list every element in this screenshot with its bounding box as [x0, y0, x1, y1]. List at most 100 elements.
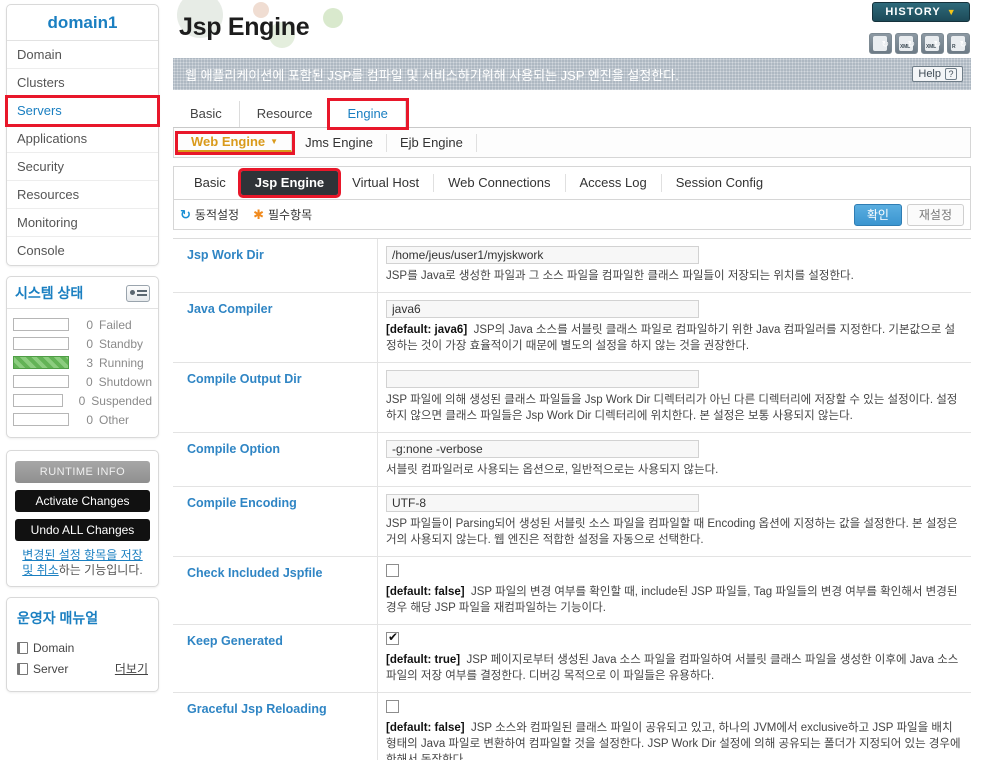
manual-item-domain[interactable]: Domain	[17, 637, 148, 658]
page-title: Jsp Engine	[179, 13, 310, 41]
manual-item-server[interactable]: Server 더보기	[17, 658, 148, 679]
field-body: JSP 파일들이 Parsing되어 생성된 서블릿 소스 파일을 컴파일할 때…	[378, 487, 971, 556]
deco-circle-green	[323, 8, 343, 28]
checkbox-graceful-jsp-reloading[interactable]	[386, 700, 399, 713]
tab-label: Web Engine	[191, 133, 266, 149]
sidebar-item-security[interactable]: Security	[7, 153, 158, 181]
activate-changes-button[interactable]: Activate Changes	[15, 490, 150, 512]
help-button[interactable]: Help ?	[912, 66, 963, 82]
field-label: Java Compiler	[173, 293, 378, 362]
tab-session-config[interactable]: Session Config	[662, 174, 777, 192]
description-banner: 웹 애플리케이션에 포함된 JSP를 컴파일 및 서비스하기위해 사용되는 JS…	[173, 58, 971, 90]
form-row: Keep Generated[default: true] JSP 페이지로부터…	[173, 625, 971, 693]
glyph-arrow-icon: ↻	[907, 39, 915, 49]
field-label: Keep Generated	[173, 625, 378, 692]
status-bar	[13, 375, 69, 388]
reset-button[interactable]: 재설정	[906, 203, 964, 226]
tab-ejb-engine[interactable]: Ejb Engine	[387, 133, 477, 152]
field-label: Compile Option	[173, 433, 378, 486]
system-status-rows: 0 Failed 0 Standby 3 Running 0 Shutdown 0 Suspend…	[7, 309, 158, 437]
tab-bar-level1: Basic Resource Engine	[173, 96, 971, 130]
checkbox-check-included-jspfile[interactable]	[386, 564, 399, 577]
field-body: [default: true] JSP 페이지로부터 생성된 Java 소스 파…	[378, 625, 971, 692]
undo-all-changes-button[interactable]: Undo ALL Changes	[15, 519, 150, 541]
tab-access-log[interactable]: Access Log	[566, 174, 662, 192]
status-label: Suspended	[91, 393, 152, 408]
manual-more-link[interactable]: 더보기	[115, 660, 148, 677]
form-row: Graceful Jsp Reloading [default: false] J…	[173, 693, 971, 760]
status-label: Standby	[99, 336, 144, 351]
sidebar-item-console[interactable]: Console	[7, 237, 158, 265]
field-description: [default: false] JSP 소스와 컴파일된 클래스 파일이 공유…	[386, 720, 961, 760]
field-description-text: JSP 파일들이 Parsing되어 생성된 서블릿 소스 파일을 컴파일할 때…	[386, 518, 958, 546]
domain-title: domain1	[7, 5, 158, 41]
status-bar	[13, 318, 69, 331]
status-label: Failed	[99, 317, 132, 332]
tab-jms-engine[interactable]: Jms Engine	[292, 133, 387, 152]
form-row: Java Compiler[default: java6] JSP의 Java …	[173, 293, 971, 363]
xml-download-icon[interactable]: XML ↻	[921, 33, 944, 54]
sidebar-item-label: Applications	[17, 131, 88, 146]
help-label: Help	[918, 68, 941, 80]
tab-engine[interactable]: Engine	[327, 98, 409, 130]
tab-label: Basic	[194, 175, 226, 190]
description-text: 웹 애플리케이션에 포함된 JSP를 컴파일 및 서비스하기위해 사용되는 JS…	[185, 67, 679, 83]
tab-jsp-engine[interactable]: Jsp Engine	[237, 168, 342, 198]
tab-web-connections[interactable]: Web Connections	[434, 174, 566, 192]
manual-title: 운영자 매뉴얼	[17, 610, 99, 626]
sidebar-item-domain[interactable]: Domain	[7, 41, 158, 69]
runtime-info-button[interactable]: RUNTIME INFO	[15, 461, 150, 483]
status-row-other: 0 Other	[13, 410, 152, 429]
glyph-arrow-icon: ↻	[881, 39, 889, 49]
tab-resource[interactable]: Resource	[240, 101, 331, 127]
xml-upload-icon[interactable]: XML ↻	[895, 33, 918, 54]
sidebar-item-label: Monitoring	[17, 215, 78, 230]
sidebar-item-clusters[interactable]: Clusters	[7, 69, 158, 97]
field-description: [default: false] JSP 파일의 변경 여부를 확인할 때, i…	[386, 584, 961, 616]
sidebar-item-label: Resources	[17, 187, 80, 202]
field-description: JSP 파일들이 Parsing되어 생성된 서블릿 소스 파일을 컴파일할 때…	[386, 516, 961, 548]
asterisk-icon: ✱	[253, 206, 264, 222]
sidebar: domain1 Domain Clusters Servers Application…	[0, 0, 165, 760]
sidebar-item-label: Domain	[17, 47, 62, 62]
reload-icon[interactable]: ↻	[869, 33, 892, 54]
field-label: Jsp Work Dir	[173, 239, 378, 292]
tab-label: Ejb Engine	[400, 134, 463, 150]
tab-basic[interactable]: Basic	[180, 174, 241, 192]
status-bar	[13, 413, 69, 426]
status-row-failed: 0 Failed	[13, 315, 152, 334]
book-icon	[17, 641, 28, 654]
sidebar-item-resources[interactable]: Resources	[7, 181, 158, 209]
status-row-running: 3 Running	[13, 353, 152, 372]
sidebar-item-monitoring[interactable]: Monitoring	[7, 209, 158, 237]
status-row-suspended: 0 Suspended	[13, 391, 152, 410]
manual-panel: 운영자 매뉴얼 Domain Server 더보기	[6, 597, 159, 692]
field-label: Graceful Jsp Reloading	[173, 693, 378, 760]
input-compile-encoding[interactable]	[386, 494, 699, 512]
history-button[interactable]: HISTORY ▼	[872, 2, 970, 22]
input-jsp-work-dir[interactable]	[386, 246, 699, 264]
tab-virtual-host[interactable]: Virtual Host	[338, 174, 435, 192]
monitor-icon[interactable]	[126, 284, 150, 302]
sidebar-item-applications[interactable]: Applications	[7, 125, 158, 153]
action-row: ↻ 동적설정 ✱ 필수항목 확인 재설정	[173, 200, 971, 230]
history-label: HISTORY	[885, 6, 941, 18]
confirm-button[interactable]: 확인	[853, 203, 902, 226]
status-count: 0	[86, 412, 93, 427]
export-report-icon[interactable]: R ↻	[947, 33, 970, 54]
status-count: 0	[86, 336, 93, 351]
action-buttons: 확인 재설정	[853, 203, 964, 226]
tab-label: Access Log	[579, 175, 647, 190]
input-java-compiler[interactable]	[386, 300, 699, 318]
input-compile-output-dir[interactable]	[386, 370, 699, 388]
checkbox-keep-generated[interactable]	[386, 630, 399, 645]
form-row: Check Included Jspfile [default: false] J…	[173, 557, 971, 625]
tab-label: Resource	[256, 106, 313, 121]
main-content: Jsp Engine HISTORY ▼ ↻ XML ↻ XML ↻ R ↻ 웹 애플리케이…	[165, 0, 981, 760]
tab-basic[interactable]: Basic	[173, 101, 240, 127]
input-compile-option[interactable]	[386, 440, 699, 458]
field-default-value: [default: false]	[386, 722, 465, 734]
sidebar-item-servers[interactable]: Servers	[5, 95, 160, 127]
tab-web-engine[interactable]: Web Engine ▼	[174, 130, 296, 155]
field-description: [default: java6] JSP의 Java 소스를 서블릿 클래스 파…	[386, 322, 961, 354]
